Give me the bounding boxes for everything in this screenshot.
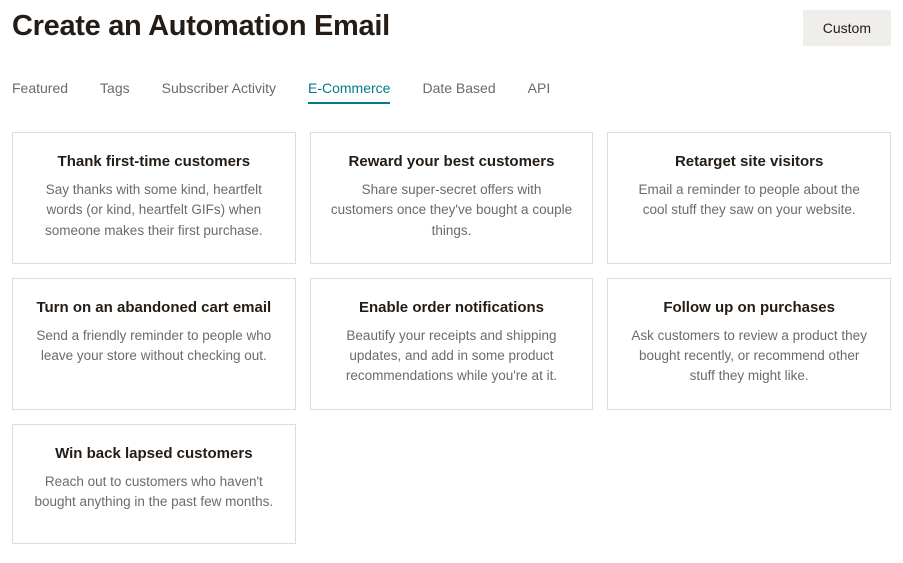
card-follow-up-purchases[interactable]: Follow up on purchases Ask customers to …	[607, 278, 891, 410]
card-retarget-visitors[interactable]: Retarget site visitors Email a reminder …	[607, 132, 891, 264]
card-desc: Ask customers to review a product they b…	[626, 326, 872, 387]
custom-button[interactable]: Custom	[803, 10, 891, 46]
cards-grid: Thank first-time customers Say thanks wi…	[12, 132, 891, 544]
card-title: Retarget site visitors	[626, 153, 872, 170]
card-desc: Say thanks with some kind, heartfelt wor…	[31, 180, 277, 241]
tab-subscriber-activity[interactable]: Subscriber Activity	[162, 74, 276, 104]
card-win-back-lapsed[interactable]: Win back lapsed customers Reach out to c…	[12, 424, 296, 544]
card-title: Thank first-time customers	[31, 153, 277, 170]
tab-tags[interactable]: Tags	[100, 74, 130, 104]
card-abandoned-cart[interactable]: Turn on an abandoned cart email Send a f…	[12, 278, 296, 410]
card-desc: Email a reminder to people about the coo…	[626, 180, 872, 221]
tab-date-based[interactable]: Date Based	[422, 74, 495, 104]
tab-featured[interactable]: Featured	[12, 74, 68, 104]
card-desc: Share super-secret offers with customers…	[329, 180, 575, 241]
tabs-nav: Featured Tags Subscriber Activity E-Comm…	[12, 74, 891, 104]
card-title: Follow up on purchases	[626, 299, 872, 316]
card-title: Enable order notifications	[329, 299, 575, 316]
card-title: Turn on an abandoned cart email	[31, 299, 277, 316]
tab-api[interactable]: API	[528, 74, 551, 104]
card-desc: Reach out to customers who haven't bough…	[31, 472, 277, 513]
card-thank-first-time[interactable]: Thank first-time customers Say thanks wi…	[12, 132, 296, 264]
card-desc: Beautify your receipts and shipping upda…	[329, 326, 575, 387]
card-order-notifications[interactable]: Enable order notifications Beautify your…	[310, 278, 594, 410]
tab-e-commerce[interactable]: E-Commerce	[308, 74, 390, 104]
card-title: Reward your best customers	[329, 153, 575, 170]
page-title: Create an Automation Email	[12, 10, 390, 43]
card-title: Win back lapsed customers	[31, 445, 277, 462]
card-reward-best[interactable]: Reward your best customers Share super-s…	[310, 132, 594, 264]
page-header: Create an Automation Email Custom	[12, 10, 891, 46]
card-desc: Send a friendly reminder to people who l…	[31, 326, 277, 367]
